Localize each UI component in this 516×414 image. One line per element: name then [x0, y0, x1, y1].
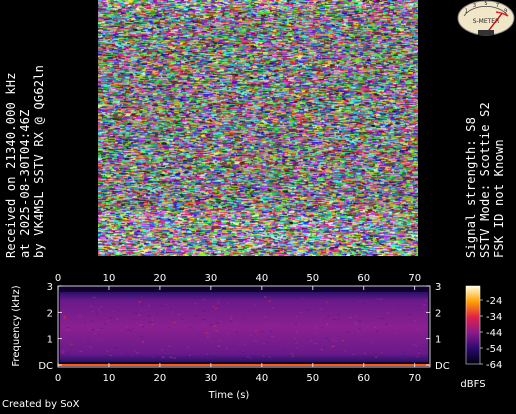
x-tick-label: 40 [255, 373, 268, 384]
x-tick-label: 20 [154, 373, 167, 384]
s-meter-scale-label: 5 [484, 1, 487, 7]
y-tick-label-right: 1 [435, 335, 441, 346]
x-tick-label: 10 [103, 373, 116, 384]
signal-band [60, 292, 428, 362]
received-time: at 2025-08-30T04:46Z [18, 109, 32, 259]
x-tick-label: 50 [306, 373, 319, 384]
x-tick-label: 60 [357, 373, 370, 384]
x-tick-label-top: 60 [357, 273, 370, 284]
x-tick-label-top: 30 [205, 273, 218, 284]
y-tick-label-left: 2 [47, 308, 53, 319]
y-axis-label: Frequency (kHz) [11, 285, 22, 366]
fsk-id: FSK ID not Known [492, 139, 506, 258]
s-meter-scale-label: 7 [496, 3, 499, 9]
colorbar [465, 285, 481, 365]
colorbar-unit: dBFS [460, 379, 485, 390]
x-tick-label-top: 20 [154, 273, 167, 284]
x-tick-label: 0 [55, 373, 61, 384]
sstv-mode: SSTV Mode: Scottie S2 [478, 102, 492, 258]
y-tick-label-left: 1 [47, 335, 53, 346]
s-meter-scale-label: 1 [465, 9, 468, 15]
x-tick-label-top: 10 [103, 273, 116, 284]
colorbar-tick-label: -34 [486, 312, 502, 323]
receiver-station: by VK4MSL SSTV RX @ QG62ln [32, 64, 46, 258]
spectrogram: 0 10 20 30 40 50 60 70 0 10 20 30 40 50 60 70 DC 1 2 3 DC… [11, 273, 502, 401]
s-meter-scale-label: 9 [504, 9, 507, 15]
colorbar-tick-label: -44 [486, 328, 502, 339]
reception-info: Received on 21340.000 kHz at 2025-08-30T… [4, 65, 46, 258]
signal-strength: Signal strength: S8 [464, 116, 478, 258]
x-tick-label-top: 70 [408, 273, 421, 284]
sstv-image [98, 0, 418, 256]
x-tick-label: 30 [205, 373, 218, 384]
y-tick-label-right: 2 [435, 308, 441, 319]
colorbar-tick-label: -24 [486, 296, 502, 307]
x-tick-label-top: 50 [306, 273, 319, 284]
x-tick-label-top: 0 [55, 273, 61, 284]
s-meter-scale-label: 3 [473, 3, 476, 9]
y-tick-label-right: DC [435, 361, 450, 372]
colorbar-tick-label: -64 [486, 360, 502, 371]
credit-text: Created by SoX [2, 399, 80, 410]
decode-info: Signal strength: S8 SSTV Mode: Scottie S… [464, 102, 506, 258]
x-axis-label: Time (s) [208, 390, 250, 401]
s-meter-icon: 13 5 79 S-METER [457, 0, 515, 36]
y-tick-label-left: 3 [47, 282, 53, 293]
colorbar-tick-label: -54 [486, 344, 502, 355]
x-tick-label-top: 40 [255, 273, 268, 284]
x-tick-label: 70 [408, 373, 421, 384]
received-frequency: Received on 21340.000 kHz [4, 72, 18, 258]
y-tick-label-left: DC [38, 361, 53, 372]
y-tick-label-right: 3 [435, 282, 441, 293]
